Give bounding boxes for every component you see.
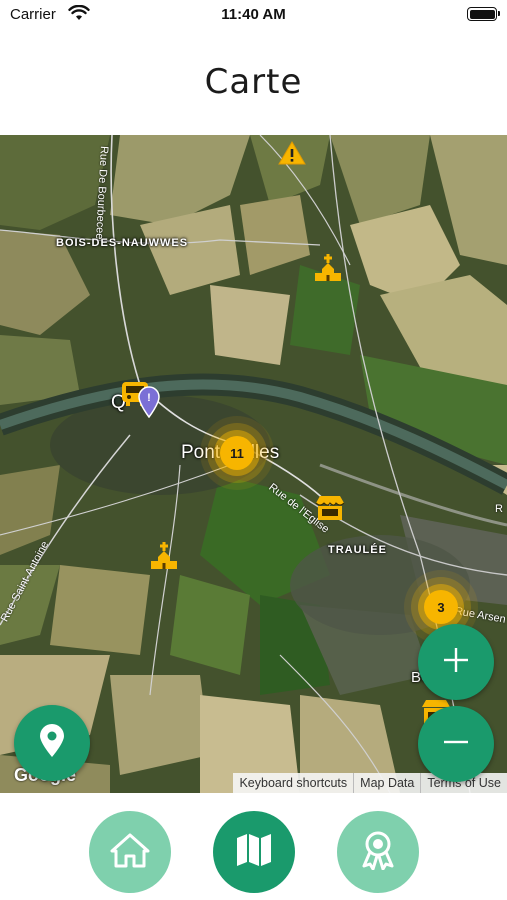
marker-cluster[interactable]: 3 xyxy=(424,590,458,624)
satellite-imagery xyxy=(0,135,507,793)
my-location-button[interactable] xyxy=(14,705,90,781)
warning-marker[interactable] xyxy=(278,140,306,166)
place-label-traulee: TRAULÉE xyxy=(328,544,387,556)
church-marker[interactable] xyxy=(150,541,178,571)
header: Carte xyxy=(0,30,507,135)
page-title: Carte xyxy=(204,62,303,102)
church-marker[interactable] xyxy=(314,253,342,283)
zoom-in-button[interactable] xyxy=(418,624,494,700)
clock: 11:40 AM xyxy=(221,6,286,23)
nav-badge-button[interactable] xyxy=(337,811,419,893)
minus-icon xyxy=(442,728,470,761)
zoom-out-button[interactable] xyxy=(418,706,494,782)
svg-text:!: ! xyxy=(147,392,151,404)
marker-cluster[interactable]: 11 xyxy=(220,436,254,470)
nav-map-button[interactable] xyxy=(213,811,295,893)
keyboard-shortcuts-link[interactable]: Keyboard shortcuts xyxy=(233,773,353,793)
place-label-bois-des-nauwwes: BOIS-DES-NAUWWES xyxy=(56,237,189,249)
map-icon xyxy=(235,832,273,873)
location-icon xyxy=(39,723,65,763)
map-view[interactable]: BOIS-DES-NAUWWES Q Pont-Celles TRAULÉE B… xyxy=(0,135,507,793)
location-pin-marker[interactable]: ! xyxy=(137,386,161,418)
map-data-link[interactable]: Map Data xyxy=(353,773,420,793)
shop-marker[interactable] xyxy=(314,493,346,523)
battery-icon xyxy=(467,7,500,21)
plus-icon xyxy=(442,646,470,679)
home-icon xyxy=(110,832,150,873)
badge-icon xyxy=(360,830,396,875)
street-label: R xyxy=(495,503,503,515)
nav-home-button[interactable] xyxy=(89,811,171,893)
bottom-navigation xyxy=(0,793,507,900)
status-bar: Carrier 11:40 AM xyxy=(0,0,507,30)
